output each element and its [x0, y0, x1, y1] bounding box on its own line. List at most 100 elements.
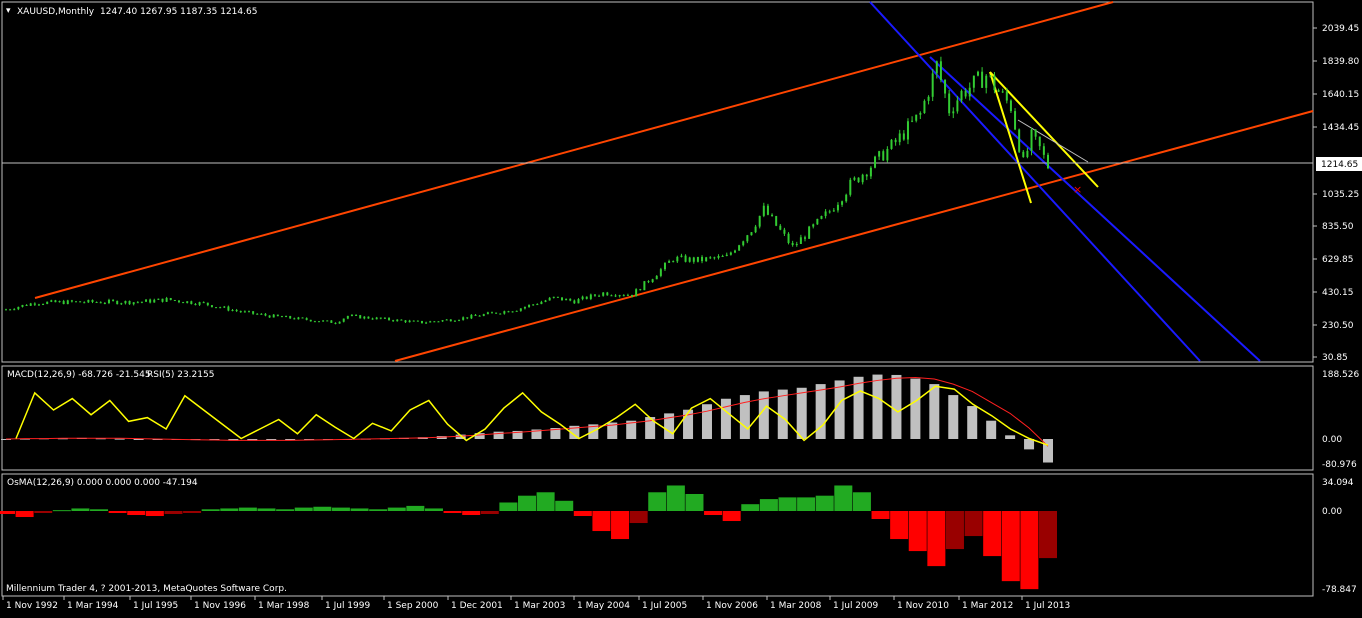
candle-body	[433, 321, 436, 323]
osma-bar	[797, 497, 816, 511]
candle-body	[116, 300, 119, 305]
osma-bar	[387, 507, 406, 511]
price-tick-label: 1035.25	[1322, 190, 1359, 200]
candle-body	[701, 256, 704, 262]
candle-body	[589, 294, 592, 299]
candle-body	[1030, 129, 1033, 151]
price-tick-label: 1640.15	[1322, 90, 1359, 100]
candle-body	[285, 316, 288, 318]
candle-body	[631, 294, 634, 297]
candle-body	[750, 232, 753, 236]
osma-bar	[983, 511, 1002, 557]
osma-bar	[741, 504, 760, 511]
candle-body	[919, 113, 922, 115]
candle-body	[911, 120, 914, 122]
red-marker-icon: ×	[1073, 183, 1082, 196]
candle-body	[322, 320, 325, 322]
candle-body	[499, 313, 502, 315]
candle-body	[437, 321, 440, 323]
candle-body	[223, 306, 226, 308]
osma-bar	[629, 511, 648, 524]
candle-body	[112, 299, 115, 301]
candle-body	[849, 179, 852, 195]
osma-bar	[834, 485, 853, 511]
candle-body	[503, 311, 506, 314]
candle-body	[239, 311, 242, 313]
candle-body	[1018, 129, 1021, 152]
candle-body	[260, 313, 263, 315]
candle-body	[985, 75, 988, 88]
osma-bar	[573, 511, 592, 517]
candle-body	[1042, 146, 1045, 155]
osma-bar	[871, 511, 890, 520]
osma-bar	[908, 511, 927, 552]
chart-canvas[interactable]: 2039.45 1839.80 1640.15 1434.45 1035.25 835.5…	[0, 0, 1362, 614]
price-tick-label: 1434.45	[1322, 123, 1359, 133]
candle-body	[169, 298, 172, 301]
candle-body	[256, 313, 259, 315]
candle-body	[268, 315, 271, 318]
candle-body	[890, 139, 893, 149]
candle-body	[247, 311, 250, 313]
candle-body	[787, 233, 790, 243]
candle-body	[882, 151, 885, 161]
candle-body	[762, 205, 765, 216]
osma-bar	[276, 509, 295, 511]
candle-body	[836, 204, 839, 211]
candle-body	[795, 243, 798, 246]
candle-body	[466, 317, 469, 319]
candle-body	[458, 319, 461, 321]
candle-body	[725, 254, 728, 257]
candle-body	[552, 296, 555, 298]
candle-body	[359, 315, 362, 319]
candle-body	[210, 305, 213, 308]
candle-body	[470, 314, 473, 319]
osma-bar	[480, 511, 499, 515]
candle-body	[54, 300, 57, 303]
candle-body	[602, 292, 605, 296]
candle-body	[738, 245, 741, 251]
candle-body	[696, 256, 699, 262]
candle-body	[289, 316, 292, 319]
candle-body	[153, 299, 156, 303]
macd-bar	[967, 406, 978, 439]
candle-body	[948, 93, 951, 114]
chart-window[interactable]: 2039.45 1839.80 1640.15 1434.45 1035.25 835.5…	[0, 0, 1362, 614]
candle-body	[548, 297, 551, 301]
candle-body	[305, 318, 308, 320]
candle-body	[371, 318, 374, 320]
candle-body	[709, 257, 712, 259]
candle-body	[206, 302, 209, 306]
time-tick-label: 1 Mar 1998	[258, 601, 310, 611]
rsi-title: RSI(5) 23.2155	[147, 370, 214, 380]
candle-body	[58, 301, 61, 303]
candle-body	[523, 306, 526, 309]
macd-title: MACD(12,26,9) -68.726 -21.545	[7, 370, 151, 380]
candle-body	[1005, 91, 1008, 101]
candle-body	[342, 318, 345, 322]
candle-body	[243, 311, 246, 313]
candle-body	[783, 229, 786, 234]
candle-body	[635, 289, 638, 297]
candle-body	[367, 316, 370, 319]
candle-body	[99, 302, 102, 304]
price-tick-label: 2039.45	[1322, 24, 1359, 34]
osma-bar	[406, 505, 425, 511]
candle-body	[50, 300, 53, 302]
candle-body	[536, 304, 539, 306]
candle-body	[626, 294, 629, 296]
macd-bar	[1005, 435, 1016, 439]
candle-body	[544, 300, 547, 302]
candle-body	[676, 256, 679, 262]
candle-body	[519, 308, 522, 311]
osma-bar	[331, 507, 350, 511]
candle-body	[1026, 150, 1029, 158]
candle-body	[824, 211, 827, 217]
candle-body	[29, 303, 32, 306]
candle-body	[668, 261, 671, 263]
osma-bar	[555, 500, 574, 511]
price-tick-label: 835.50	[1322, 222, 1354, 232]
candle-body	[643, 281, 646, 291]
candle-body	[420, 320, 423, 324]
candle-body	[334, 322, 337, 324]
